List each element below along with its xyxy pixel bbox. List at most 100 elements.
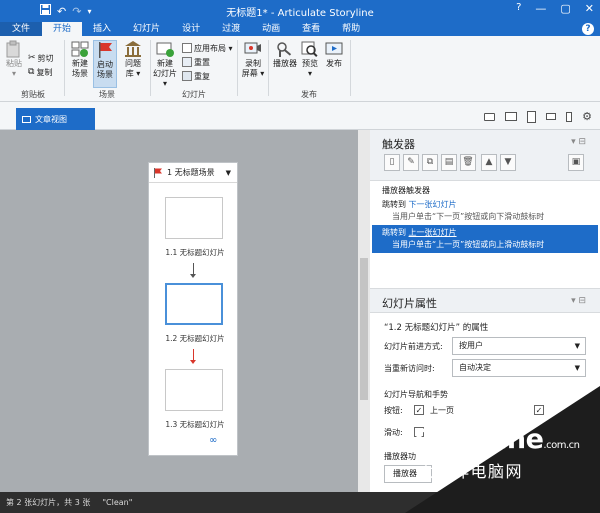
settings-gear-icon[interactable]: ⚙ xyxy=(582,110,592,123)
delete-trigger-icon[interactable]: 🗑 xyxy=(460,154,476,171)
new-slide-icon xyxy=(156,42,174,57)
copy-button[interactable]: ⧉ 复制 xyxy=(28,66,52,78)
slide-thumbnail-selected[interactable] xyxy=(165,283,223,325)
slide-thumbnail[interactable] xyxy=(165,369,223,411)
record-group: 录制 屏幕 ▾ xyxy=(239,38,267,100)
trigger-target-link[interactable]: 下一张幻灯片 xyxy=(409,200,457,209)
next-checkbox[interactable]: ✓ xyxy=(534,405,544,415)
trigger-target-link[interactable]: 上一张幻灯片 xyxy=(409,228,457,237)
slide-label: 1.1 无标题幻灯片 xyxy=(165,248,225,257)
watermark-logo: PConline.com.cn xyxy=(414,424,580,455)
tablet-landscape-icon[interactable] xyxy=(505,112,518,121)
save-icon[interactable] xyxy=(40,4,51,18)
slide-thumbnail[interactable] xyxy=(165,197,223,239)
scrollbar-thumb[interactable] xyxy=(360,258,368,400)
triggers-panel-title: 触发器 xyxy=(382,138,415,151)
prev-checkbox-label: 上一页 xyxy=(430,406,454,415)
move-down-icon[interactable]: ▼ xyxy=(500,154,516,171)
navigation-section-label: 幻灯片导航和手势 xyxy=(384,390,448,399)
ribbon: 粘贴 ▾ ✂ 剪切 ⧉ 复制 剪贴板 新建 场景 启动 场景 问题库 ▾ 场景 新建 幻灯片… xyxy=(0,36,600,102)
scene-card[interactable]: 1 无标题场景 ▼ 1.1 无标题幻灯片 1.2 无标题幻灯片 1.3 无标题幻… xyxy=(148,162,238,456)
tab-help[interactable]: 帮助 xyxy=(331,22,371,36)
phone-landscape-icon[interactable] xyxy=(546,113,557,120)
chevron-down-icon: ▼ xyxy=(574,364,580,372)
edit-trigger-icon[interactable]: ✎ xyxy=(403,154,419,171)
story-view-icon xyxy=(22,115,31,123)
tab-home[interactable]: 开始 xyxy=(42,22,83,36)
new-scene-button[interactable]: 新建 场景 xyxy=(68,40,92,79)
slide-properties-title: 幻灯片属性 xyxy=(382,297,437,310)
player-features-label: 播放器功 xyxy=(384,452,416,461)
publish-group-label: 发布 xyxy=(301,90,317,99)
tab-design[interactable]: 设计 xyxy=(171,22,211,36)
clipboard-group-label: 剪贴板 xyxy=(21,90,45,99)
tab-file[interactable]: 文件 xyxy=(0,22,43,36)
buttons-label: 按钮: xyxy=(384,406,403,415)
question-bank-icon xyxy=(125,41,141,57)
prev-checkbox[interactable]: ✓ xyxy=(414,405,424,415)
publish-group: 播放器 预览 ▾ 发布 发布 xyxy=(270,38,348,100)
panel-controls[interactable]: ▾ ⊟ xyxy=(571,296,586,306)
help-question-icon[interactable]: ? xyxy=(582,23,594,35)
tablet-portrait-icon[interactable] xyxy=(527,110,537,123)
scene-header[interactable]: 1 无标题场景 ▼ xyxy=(149,163,237,183)
move-up-icon[interactable]: ▲ xyxy=(481,154,497,171)
slide-label: 1.2 无标题幻灯片 xyxy=(165,334,225,343)
slides-group: 新建 幻灯片 ▾ 应用布局 ▾ 重置 重复 幻灯片 xyxy=(152,38,236,100)
paste-trigger-icon[interactable]: ▤ xyxy=(441,154,457,171)
device-preview-toolbar: ⚙ xyxy=(484,110,592,123)
advance-label: 幻灯片前进方式: xyxy=(384,342,443,351)
clipboard-group: 粘贴 ▾ ✂ 剪切 ⧉ 复制 剪贴板 xyxy=(4,38,62,100)
duplicate-icon xyxy=(182,71,192,81)
reset-button[interactable]: 重置 xyxy=(182,56,210,68)
maximize-button[interactable]: ▢ xyxy=(560,2,570,15)
tab-transitions[interactable]: 过渡 xyxy=(211,22,251,36)
slide-count-status: 第 2 张幻灯片，共 3 张 xyxy=(6,498,91,507)
tab-view[interactable]: 查看 xyxy=(291,22,331,36)
copy-icon: ⧉ xyxy=(28,67,35,77)
tab-insert[interactable]: 插入 xyxy=(82,22,122,36)
copy-trigger-icon[interactable]: ⧉ xyxy=(422,154,438,171)
close-button[interactable]: ✕ xyxy=(585,2,594,15)
trigger-item[interactable]: 跳转到 上一张幻灯片 xyxy=(382,227,457,238)
revisit-dropdown[interactable]: 自动决定 ▼ xyxy=(452,359,586,377)
publish-icon xyxy=(325,42,343,55)
slide-link-arrow xyxy=(190,349,196,364)
record-screen-button[interactable]: 录制 屏幕 ▾ xyxy=(239,40,267,79)
trigger-condition: 当用户单击“下一页”按钮或向下滑动鼓标时 xyxy=(392,212,545,221)
tab-animations[interactable]: 动画 xyxy=(251,22,291,36)
player-button[interactable]: 播放器 xyxy=(272,40,298,69)
panel-controls[interactable]: ▾ ⊟ xyxy=(571,137,586,147)
story-view-tab[interactable]: 文章视图 xyxy=(16,108,95,130)
phone-portrait-icon[interactable] xyxy=(566,111,573,122)
start-scene-button[interactable]: 启动 场景 xyxy=(93,40,117,88)
slides-group-label: 幻灯片 xyxy=(182,90,206,99)
swipe-label: 滑动: xyxy=(384,428,403,437)
undo-icon[interactable]: ↶ xyxy=(57,5,66,18)
scene-menu-icon[interactable]: ▼ xyxy=(226,169,231,177)
apply-layout-button[interactable]: 应用布局 ▾ xyxy=(182,42,233,54)
slide-advance-dropdown[interactable]: 按用户 ▼ xyxy=(452,337,586,355)
duplicate-button[interactable]: 重复 xyxy=(182,70,210,82)
trigger-item[interactable]: 跳转到 下一张幻灯片 xyxy=(382,199,457,210)
revisit-label: 当重新访问时: xyxy=(384,364,435,373)
help-icon[interactable]: ? xyxy=(516,2,521,15)
canvas-scrollbar[interactable] xyxy=(358,130,370,492)
slide-label: 1.3 无标题幻灯片 xyxy=(165,420,225,429)
trigger-options-icon[interactable]: ▣ xyxy=(568,154,584,171)
trigger-condition: 当用户单击“上一页”按钮或向上滑动鼓标时 xyxy=(392,240,545,249)
watermark-subtitle: 太平洋电脑网 xyxy=(418,462,524,481)
quick-access-toolbar: ↶ ↷ ▾ xyxy=(0,4,91,18)
new-trigger-icon[interactable]: ▯ xyxy=(384,154,400,171)
question-bank-button[interactable]: 问题库 ▾ xyxy=(120,40,146,79)
tab-slides[interactable]: 幻灯片 xyxy=(122,22,171,36)
desktop-icon[interactable] xyxy=(484,112,496,121)
redo-icon[interactable]: ↷ xyxy=(72,5,81,18)
minimize-button[interactable]: — xyxy=(535,2,546,15)
new-slide-button[interactable]: 新建 幻灯片 ▾ xyxy=(152,40,178,89)
publish-button[interactable]: 发布 xyxy=(322,40,346,69)
customize-quick-access-button[interactable]: ▾ xyxy=(87,7,91,16)
preview-button[interactable]: 预览 ▾ xyxy=(298,40,322,79)
paste-button[interactable]: 粘贴 ▾ xyxy=(4,40,24,79)
cut-button[interactable]: ✂ 剪切 xyxy=(28,52,54,64)
